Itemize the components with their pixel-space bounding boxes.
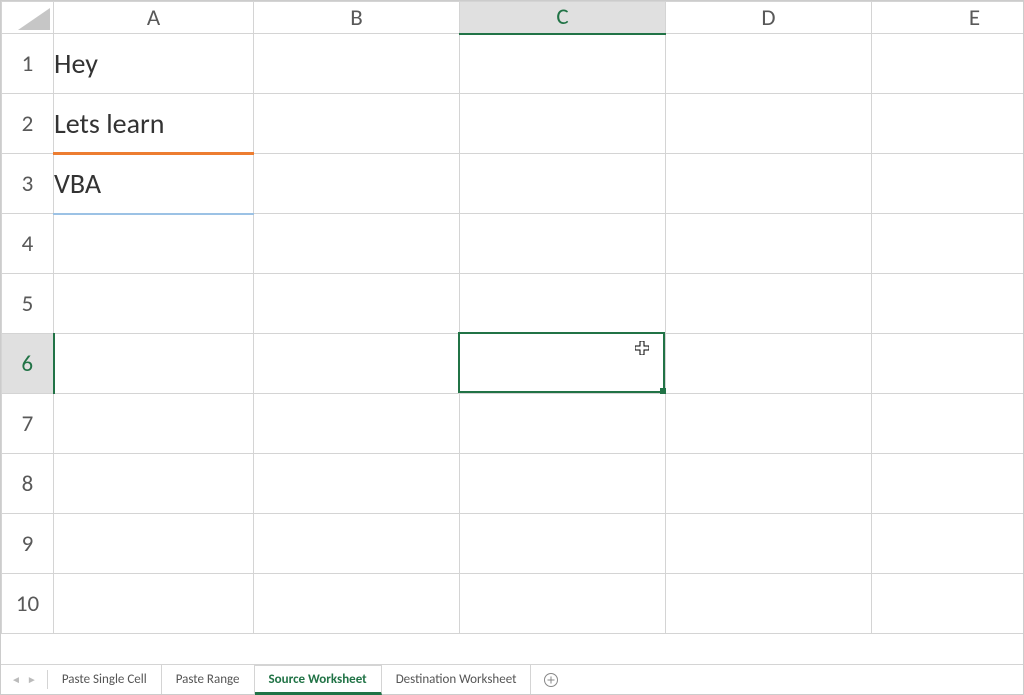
cell-C3[interactable] [460, 154, 666, 214]
col-header-A[interactable]: A [54, 2, 254, 34]
col-header-C[interactable]: C [460, 2, 666, 34]
cell-B7[interactable] [254, 394, 460, 454]
select-all-corner[interactable] [2, 2, 54, 34]
row-header-1[interactable]: 1 [2, 34, 54, 94]
cell-A6[interactable] [54, 334, 254, 394]
cell-A10[interactable] [54, 574, 254, 634]
cell-A8[interactable] [54, 454, 254, 514]
cell-D10[interactable] [666, 574, 872, 634]
cell-D6[interactable] [666, 334, 872, 394]
cell-D2[interactable] [666, 94, 872, 154]
tab-nav-arrows[interactable]: ◄ ► [1, 665, 47, 694]
cell-A4[interactable] [54, 214, 254, 274]
cell-B6[interactable] [254, 334, 460, 394]
col-header-E[interactable]: E [872, 2, 1024, 34]
cell-A7[interactable] [54, 394, 254, 454]
cell-B4[interactable] [254, 214, 460, 274]
tab-destination-worksheet[interactable]: Destination Worksheet [382, 665, 532, 694]
row-header-4[interactable]: 4 [2, 214, 54, 274]
tab-paste-range[interactable]: Paste Range [162, 665, 255, 694]
tab-paste-single-cell[interactable]: Paste Single Cell [48, 665, 162, 694]
cell-D3[interactable] [666, 154, 872, 214]
cell-E4[interactable] [872, 214, 1024, 274]
cell-C5[interactable] [460, 274, 666, 334]
cell-D4[interactable] [666, 214, 872, 274]
worksheet-area[interactable]: A B C D E 1 Hey 2 Lets learn [1, 1, 1023, 664]
cell-A5[interactable] [54, 274, 254, 334]
cell-B1[interactable] [254, 34, 460, 94]
cell-D8[interactable] [666, 454, 872, 514]
new-sheet-button[interactable] [531, 665, 571, 694]
row-header-6[interactable]: 6 [2, 334, 54, 394]
cell-B2[interactable] [254, 94, 460, 154]
cell-A1[interactable]: Hey [54, 34, 254, 94]
cell-E6[interactable] [872, 334, 1024, 394]
col-header-B[interactable]: B [254, 2, 460, 34]
cell-C4[interactable] [460, 214, 666, 274]
row-header-7[interactable]: 7 [2, 394, 54, 454]
cell-C6[interactable] [460, 334, 666, 394]
col-header-D[interactable]: D [666, 2, 872, 34]
cell-A3[interactable]: VBA [54, 154, 254, 214]
plus-circle-icon [543, 672, 559, 688]
cell-D5[interactable] [666, 274, 872, 334]
cell-D9[interactable] [666, 514, 872, 574]
cell-C2[interactable] [460, 94, 666, 154]
cell-C9[interactable] [460, 514, 666, 574]
cell-B5[interactable] [254, 274, 460, 334]
cell-C8[interactable] [460, 454, 666, 514]
row-header-8[interactable]: 8 [2, 454, 54, 514]
cell-C10[interactable] [460, 574, 666, 634]
cell-D1[interactable] [666, 34, 872, 94]
cell-E10[interactable] [872, 574, 1024, 634]
row-header-5[interactable]: 5 [2, 274, 54, 334]
row-header-9[interactable]: 9 [2, 514, 54, 574]
cell-E5[interactable] [872, 274, 1024, 334]
cell-E9[interactable] [872, 514, 1024, 574]
row-header-2[interactable]: 2 [2, 94, 54, 154]
cell-A9[interactable] [54, 514, 254, 574]
cell-E3[interactable] [872, 154, 1024, 214]
cell-A2[interactable]: Lets learn [54, 94, 254, 154]
cell-E7[interactable] [872, 394, 1024, 454]
spreadsheet-grid: A B C D E 1 Hey 2 Lets learn [1, 1, 1023, 634]
cell-E8[interactable] [872, 454, 1024, 514]
cell-C7[interactable] [460, 394, 666, 454]
cell-B9[interactable] [254, 514, 460, 574]
cell-C1[interactable] [460, 34, 666, 94]
cell-E2[interactable] [872, 94, 1024, 154]
row-header-3[interactable]: 3 [2, 154, 54, 214]
tab-source-worksheet[interactable]: Source Worksheet [255, 665, 382, 695]
sheet-tab-bar: ◄ ► Paste Single Cell Paste Range Source… [1, 664, 1023, 694]
row-header-10[interactable]: 10 [2, 574, 54, 634]
cell-B3[interactable] [254, 154, 460, 214]
tab-prev-icon[interactable]: ◄ [11, 673, 21, 686]
cell-B8[interactable] [254, 454, 460, 514]
cell-B10[interactable] [254, 574, 460, 634]
tab-next-icon[interactable]: ► [27, 673, 37, 686]
cell-E1[interactable] [872, 34, 1024, 94]
cell-D7[interactable] [666, 394, 872, 454]
